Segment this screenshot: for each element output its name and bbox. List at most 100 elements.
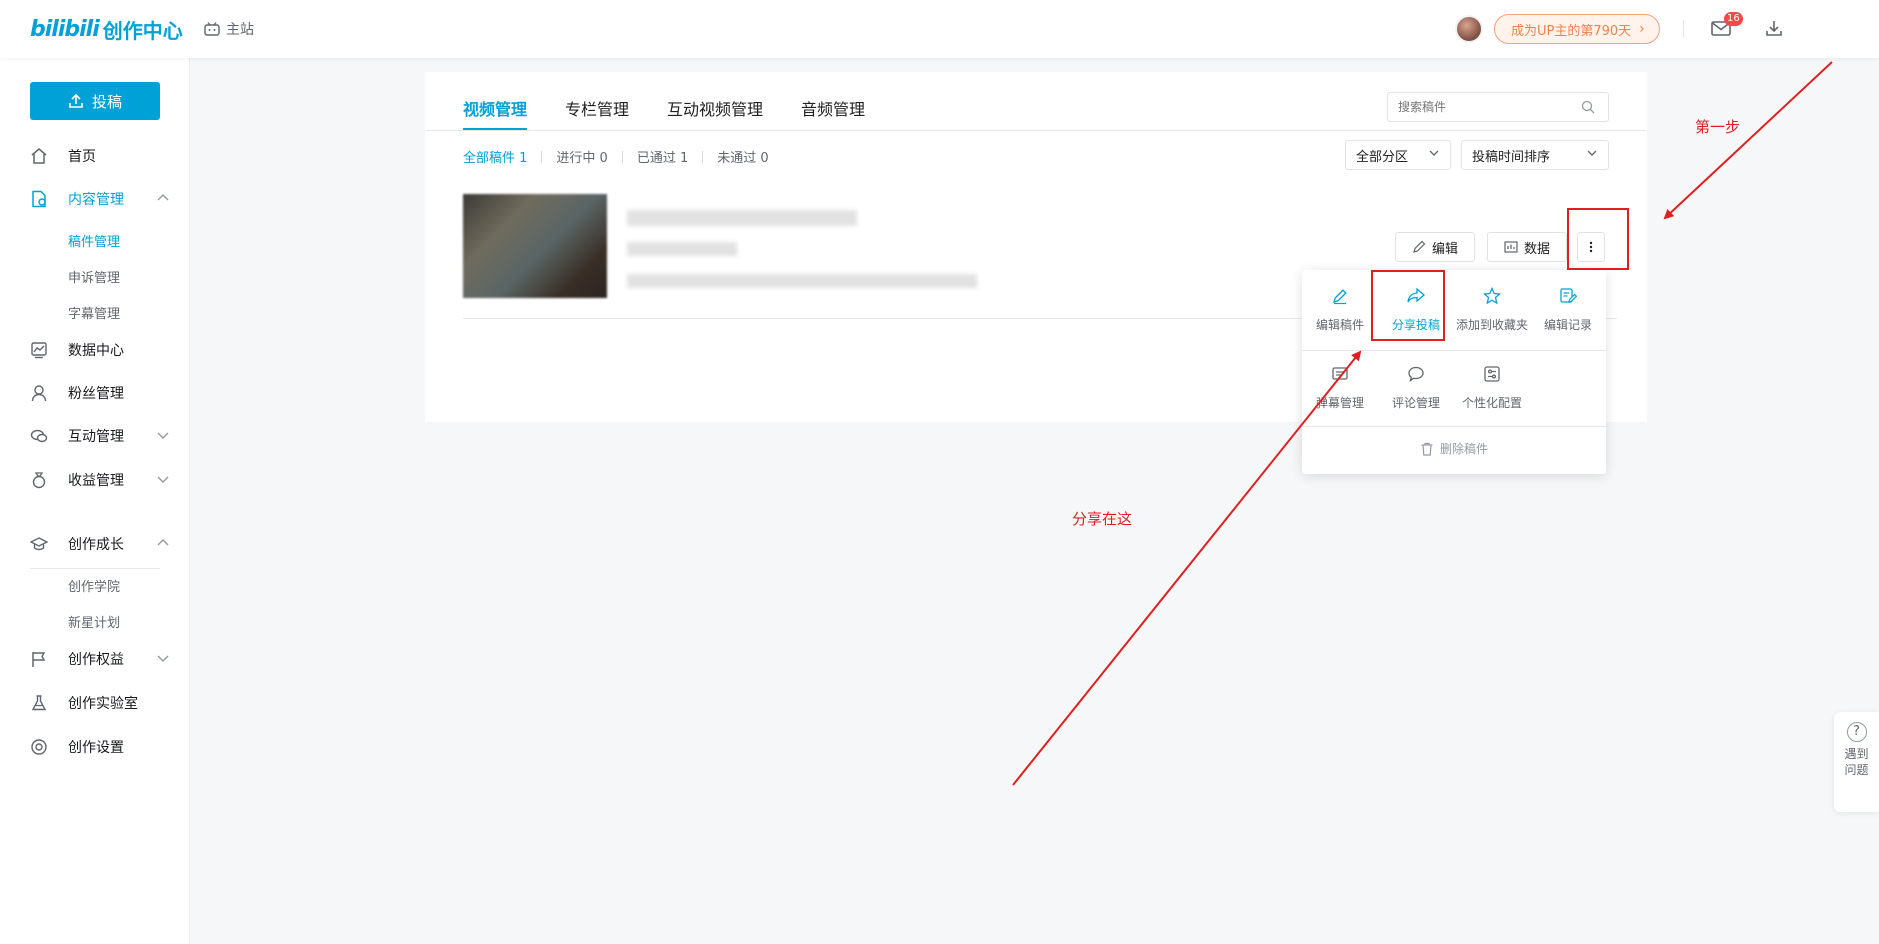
- menu-divider: [1302, 426, 1606, 427]
- chevron-right-icon: ›: [1639, 21, 1645, 37]
- trash-icon: [1421, 442, 1433, 456]
- sidebar-item-settings[interactable]: 创作设置: [30, 735, 170, 759]
- filter-in-progress[interactable]: 进行中 0: [556, 147, 607, 166]
- sidebar-sub-appeals[interactable]: 申诉管理: [68, 267, 120, 286]
- pencil-icon: [1413, 240, 1426, 253]
- gear-icon: [30, 738, 48, 756]
- sidebar-item-home[interactable]: 首页: [30, 144, 170, 168]
- graduation-cap-icon: [30, 535, 48, 553]
- edit-button-label: 编辑: [1431, 241, 1458, 257]
- arrow-to-more: [1663, 61, 1833, 220]
- tab-video[interactable]: 视频管理: [463, 96, 528, 130]
- flag-icon: [30, 650, 48, 668]
- category-select-value: 全部分区: [1356, 149, 1409, 165]
- chevron-down-icon: [156, 428, 170, 446]
- tabs-divider: [425, 130, 1647, 131]
- logo-title: 创作中心: [102, 18, 183, 43]
- search-input[interactable]: [1387, 92, 1609, 122]
- menu-edit-history[interactable]: 编辑记录: [1530, 284, 1606, 333]
- filter-all[interactable]: 全部稿件 1: [463, 147, 527, 166]
- user-icon: [30, 384, 48, 402]
- sidebar-divider: [30, 568, 160, 569]
- danmaku-icon: [1302, 362, 1378, 386]
- data-button[interactable]: 数据: [1487, 232, 1567, 262]
- menu-add-favorite[interactable]: 添加到收藏夹: [1454, 284, 1530, 333]
- data-button-label: 数据: [1523, 241, 1550, 257]
- sidebar-item-label: 收益管理: [68, 473, 124, 489]
- annotation-step1: 第一步: [1695, 118, 1741, 136]
- menu-label: 编辑稿件: [1315, 318, 1364, 332]
- chart-icon: [30, 341, 48, 359]
- sidebar-sub-academy[interactable]: 创作学院: [68, 576, 120, 595]
- menu-label: 评论管理: [1391, 396, 1440, 410]
- video-thumbnail[interactable]: [463, 194, 607, 298]
- sidebar-sub-subtitles[interactable]: 字幕管理: [68, 303, 120, 322]
- sidebar-item-data[interactable]: 数据中心: [30, 338, 170, 362]
- sidebar-item-label: 创作成长: [68, 537, 124, 553]
- sidebar-item-lab[interactable]: 创作实验室: [30, 691, 170, 715]
- avatar[interactable]: [1455, 15, 1483, 43]
- edit-button[interactable]: 编辑: [1395, 232, 1475, 262]
- menu-danmaku[interactable]: 弹幕管理: [1302, 362, 1378, 411]
- sidebar-sub-newstar[interactable]: 新星计划: [68, 612, 120, 631]
- main-site-link[interactable]: 主站: [204, 19, 254, 39]
- download-icon: [1766, 21, 1782, 36]
- question-icon: ?: [1846, 722, 1867, 742]
- sidebar-sub-manuscripts[interactable]: 稿件管理: [68, 231, 120, 250]
- bar-chart-icon: [1504, 241, 1518, 253]
- sidebar-item-label: 粉丝管理: [68, 386, 124, 402]
- menu-label: 编辑记录: [1543, 318, 1592, 332]
- edit-record-icon: [1530, 284, 1606, 308]
- flask-icon: [30, 694, 48, 712]
- sidebar-item-content[interactable]: 内容管理: [30, 187, 170, 211]
- sliders-icon: [1454, 362, 1530, 386]
- filter-divider: [621, 150, 623, 163]
- tab-column[interactable]: 专栏管理: [565, 96, 629, 130]
- blurred-date: [627, 242, 737, 256]
- sidebar-item-label: 创作实验室: [68, 696, 138, 712]
- annotation-share-here: 分享在这: [1072, 510, 1133, 528]
- tab-interactive-video[interactable]: 互动视频管理: [667, 96, 763, 130]
- tab-audio[interactable]: 音频管理: [801, 96, 865, 130]
- logo[interactable]: bilibili 创作中心: [30, 14, 183, 44]
- sidebar-item-interaction[interactable]: 互动管理: [30, 424, 170, 448]
- sidebar-item-fans[interactable]: 粉丝管理: [30, 381, 170, 405]
- chevron-down-icon: [156, 651, 170, 669]
- home-icon: [30, 147, 48, 165]
- menu-label: 弹幕管理: [1315, 396, 1364, 410]
- download-button[interactable]: [1765, 19, 1783, 41]
- blurred-stats: [627, 274, 977, 288]
- chevron-down-icon: [1428, 147, 1440, 163]
- filter-passed[interactable]: 已通过 1: [637, 147, 688, 166]
- header-divider: [1683, 20, 1684, 38]
- sidebar: 投稿 首页 内容管理 稿件管理 申诉管理 字幕管理 数据中心 粉丝管理 互动管理…: [0, 58, 190, 944]
- help-line2: 问题: [1844, 763, 1869, 777]
- message-count-badge: 16: [1724, 12, 1743, 26]
- menu-delete[interactable]: 删除稿件: [1302, 440, 1606, 457]
- chat-bubbles-icon: [30, 427, 48, 445]
- sidebar-item-label: 互动管理: [68, 429, 124, 445]
- sort-select[interactable]: 投稿时间排序: [1461, 140, 1609, 170]
- upload-icon: [69, 93, 83, 108]
- chevron-down-icon: [1586, 147, 1598, 163]
- menu-label: 个性化配置: [1461, 396, 1522, 410]
- blurred-title: [627, 210, 857, 226]
- upload-button[interactable]: 投稿: [30, 82, 160, 120]
- status-filters: 全部稿件 1 进行中 0 已通过 1 未通过 0: [463, 147, 769, 166]
- search-icon[interactable]: [1581, 100, 1595, 118]
- sidebar-item-income[interactable]: 收益管理: [30, 468, 170, 492]
- help-float-button[interactable]: ? 遇到 问题: [1834, 712, 1879, 812]
- more-options-menu: 编辑稿件 分享投稿 添加到收藏夹 编辑记录 弹幕管理 评论管理 个性化配置 删除…: [1302, 270, 1606, 474]
- menu-comments[interactable]: 评论管理: [1378, 362, 1454, 411]
- logo-brand: bilibili: [30, 16, 100, 42]
- menu-edit-manuscript[interactable]: 编辑稿件: [1302, 284, 1378, 333]
- menu-personalize[interactable]: 个性化配置: [1454, 362, 1530, 411]
- up-days-badge[interactable]: 成为UP主的第790天 ›: [1494, 14, 1660, 44]
- filter-rejected[interactable]: 未通过 0: [717, 147, 768, 166]
- sidebar-item-growth[interactable]: 创作成长: [30, 532, 170, 556]
- sidebar-item-label: 内容管理: [68, 192, 124, 208]
- document-icon: [30, 190, 48, 208]
- sidebar-item-rights[interactable]: 创作权益: [30, 647, 170, 671]
- chevron-up-icon: [156, 536, 170, 554]
- category-select[interactable]: 全部分区: [1345, 140, 1451, 170]
